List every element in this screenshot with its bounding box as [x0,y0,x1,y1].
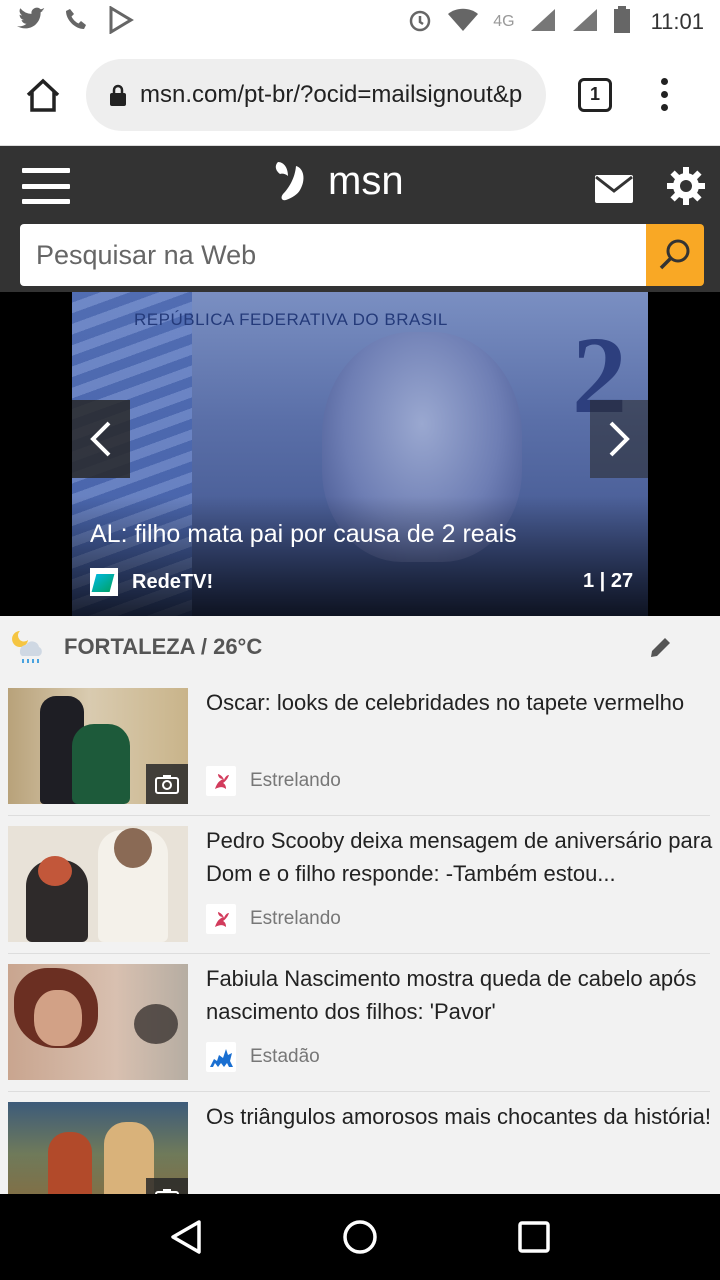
redetv-logo-icon [90,568,118,596]
article-thumbnail [8,964,188,1080]
signal-icon [529,7,557,38]
mail-icon[interactable] [594,174,634,204]
carousel-next-button[interactable] [590,400,648,478]
camera-icon [155,775,179,794]
article-thumbnail [8,688,188,804]
home-circle-icon[interactable] [341,1218,379,1256]
browser-menu-button[interactable] [654,78,674,111]
article-title[interactable]: Pedro Scooby deixa mensagem de aniversár… [206,824,714,890]
msn-header: msn Pesquisar na Web [0,146,720,292]
thumbnail-figure [38,856,72,886]
thumbnail-figure [48,1132,92,1194]
browser-toolbar: msn.com/pt-br/?ocid=mailsignout&p 1 [0,44,720,146]
article-title[interactable]: Os triângulos amorosos mais chocantes da… [206,1100,714,1133]
article-title[interactable]: Fabiula Nascimento mostra queda de cabel… [206,962,714,1028]
search-bar: Pesquisar na Web [20,224,704,286]
back-icon[interactable] [169,1219,203,1255]
carousel-counter: 1 | 27 [583,570,634,592]
hero-carousel: REPÚBLICA FEDERATIVA DO BRASIL 2 AL: fil… [0,292,720,616]
battery-icon [613,5,631,39]
search-button[interactable] [646,224,704,286]
alarm-icon [407,7,433,38]
url-text: msn.com/pt-br/?ocid=mailsignout&p [140,80,523,108]
address-bar[interactable]: msn.com/pt-br/?ocid=mailsignout&p [86,58,546,131]
article-thumbnail [8,1102,188,1194]
article-source-label: Estrelando [250,908,341,929]
network-type-label: 4G [493,13,515,30]
dot-icon [660,91,668,98]
estrelando-logo-icon [206,904,236,934]
hamburger-menu-button[interactable] [22,168,70,204]
clock: 11:01 [650,9,704,34]
thumbnail-figure [72,724,130,804]
article-source: Estrelando [206,766,341,796]
gallery-badge [146,1178,188,1194]
news-feed: Oscar: looks de celebridades no tapete v… [0,678,720,1194]
hero-headline[interactable]: AL: filho mata pai por causa de 2 reais [90,520,517,549]
carousel-prev-button[interactable] [72,400,130,478]
article-source-label: Estrelando [250,770,341,791]
phone-icon [64,7,90,38]
butterfly-icon [275,162,304,201]
article-source: Estrelando [206,904,341,934]
night-rain-icon [12,631,42,663]
menu-line [22,199,70,204]
search-input[interactable]: Pesquisar na Web [20,224,646,286]
weather-strip[interactable]: FORTALEZA / 26°C [0,616,720,678]
chevron-right-icon [609,421,630,457]
pencil-icon[interactable] [648,634,674,660]
lock-icon [110,84,126,106]
android-nav-bar [0,1194,720,1280]
article-title[interactable]: Oscar: looks de celebridades no tapete v… [206,686,714,719]
play-store-icon [108,4,134,39]
thumbnail-figure [114,828,152,868]
list-item[interactable]: Pedro Scooby deixa mensagem de aniversár… [8,816,712,954]
article-source: Estadão [206,1042,320,1072]
thumbnail-figure [134,1004,178,1044]
estrelando-logo-icon [206,766,236,796]
dot-icon [660,78,668,85]
menu-line [22,168,70,173]
list-item[interactable]: Os triângulos amorosos mais chocantes da… [8,1092,711,1194]
twitter-icon [16,7,46,38]
hero-source-label: RedeTV! [132,570,214,593]
signal-icon-2 [571,7,599,38]
list-item[interactable]: Fabiula Nascimento mostra queda de cabel… [8,954,710,1092]
hero-gradient [72,496,648,616]
wifi-icon [447,8,479,37]
banknote-banner-text: REPÚBLICA FEDERATIVA DO BRASIL [134,310,448,329]
msn-logo[interactable]: msn [270,158,404,204]
search-icon [659,239,690,270]
tab-switcher-button[interactable]: 1 [578,77,612,112]
article-source-label: Estadão [250,1046,320,1067]
estadao-logo-icon [206,1042,236,1072]
hero-source: RedeTV! [90,568,213,596]
article-thumbnail [8,826,188,942]
list-item[interactable]: Oscar: looks de celebridades no tapete v… [8,678,710,816]
menu-line [22,183,70,189]
gallery-badge [146,764,188,804]
home-button[interactable] [18,70,68,120]
gear-icon[interactable] [666,166,706,206]
weather-label: FORTALEZA / 26°C [64,634,263,659]
chevron-left-icon [90,421,111,457]
thumbnail-figure [34,990,82,1046]
recents-icon[interactable] [517,1220,551,1254]
dot-icon [660,104,668,111]
status-bar: 4G 11:01 [0,0,720,44]
msn-wordmark: msn [328,158,404,203]
home-icon [26,78,60,112]
